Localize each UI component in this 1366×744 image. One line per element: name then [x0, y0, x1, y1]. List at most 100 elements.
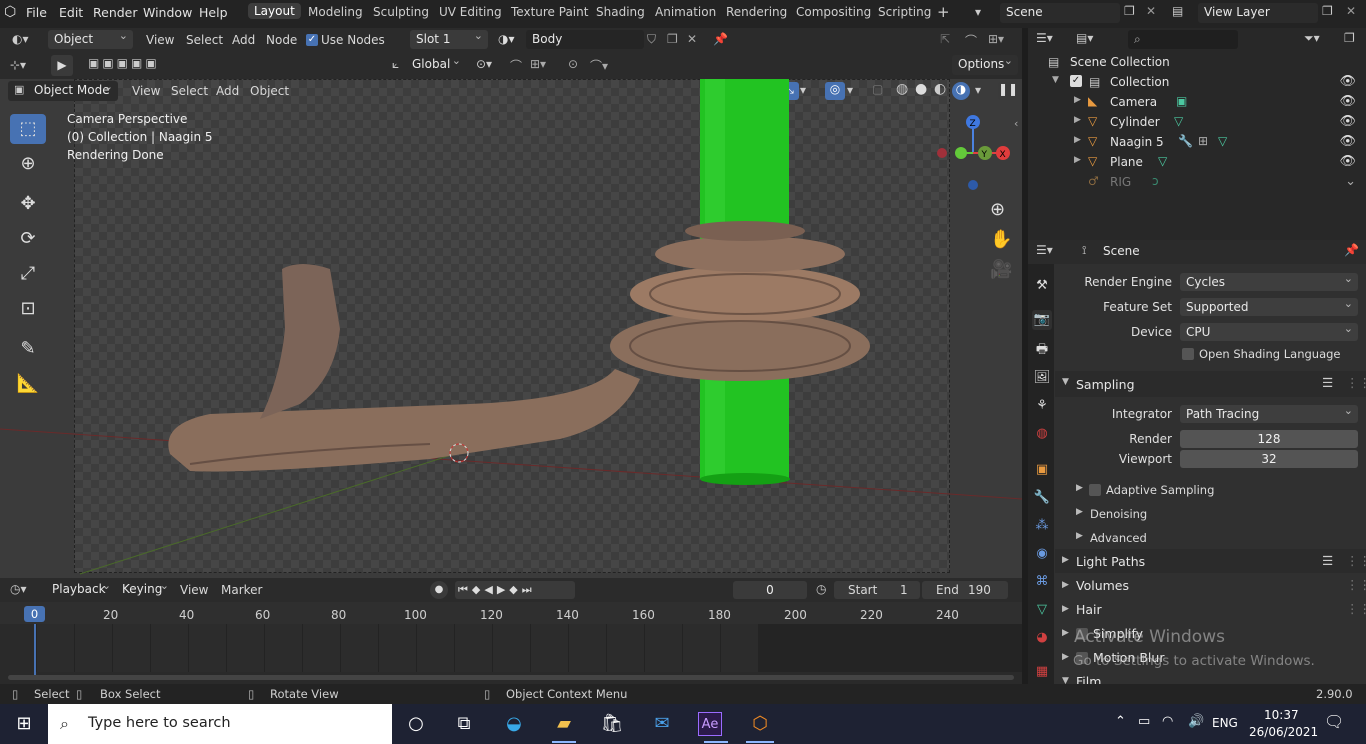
scale-tool[interactable]: ⤢ — [10, 259, 46, 289]
menu-window[interactable]: Window — [143, 5, 192, 20]
render-engine-dropdown[interactable]: Cycles — [1180, 272, 1358, 291]
tab-texture-paint[interactable]: Texture Paint — [511, 5, 588, 19]
volumes-expand-icon[interactable]: ▶ — [1062, 580, 1069, 590]
timeline-menu-view[interactable]: View — [180, 583, 208, 597]
store-icon[interactable]: 🛍 — [598, 712, 626, 736]
hair-drag-icon[interactable]: ⋮⋮ — [1346, 601, 1366, 616]
file-explorer-icon[interactable]: ▰ — [550, 712, 578, 736]
light-paths-expand-icon[interactable]: ▶ — [1062, 555, 1069, 565]
camera-data-icon[interactable]: ▣ — [1176, 94, 1187, 108]
physics-tab-icon[interactable]: ◉ — [1032, 544, 1052, 564]
rig-armature-icon[interactable]: ↄ — [1152, 174, 1159, 188]
cylinder-eye-icon[interactable]: 👁 — [1339, 114, 1356, 129]
plane-mesh-icon[interactable]: ▽ — [1158, 154, 1167, 168]
proportional-edit-icon[interactable]: ⊙ — [568, 57, 578, 71]
menu-render[interactable]: Render — [93, 5, 138, 20]
denoising-subpanel[interactable]: Denoising — [1090, 507, 1147, 521]
world-tab-icon[interactable]: ◍ — [1032, 424, 1052, 444]
cursor-tool[interactable]: ⊕ — [10, 149, 46, 179]
expand-collection-icon[interactable]: ▼ — [1052, 75, 1059, 85]
node-menu-node[interactable]: Node — [266, 33, 297, 47]
timeline-menu-marker[interactable]: Marker — [221, 583, 262, 597]
new-material-icon[interactable]: ❐ — [667, 32, 678, 46]
hair-title[interactable]: Hair — [1076, 602, 1102, 617]
blender-taskbar-icon[interactable]: ⬡ — [746, 712, 774, 736]
record-icon[interactable]: ● — [430, 581, 448, 599]
active-tool-icon[interactable]: ▶ — [51, 55, 73, 76]
annotate-tool[interactable]: ✎ — [10, 334, 46, 364]
hair-expand-icon[interactable]: ▶ — [1062, 604, 1069, 614]
render-samples-field[interactable]: 128 — [1180, 430, 1358, 448]
pin-icon[interactable]: 📌 — [713, 32, 728, 46]
volumes-drag-icon[interactable]: ⋮⋮ — [1346, 577, 1366, 592]
axis-gizmo[interactable]: Z X Y — [930, 115, 1020, 235]
add-workspace-icon[interactable]: + — [937, 3, 950, 21]
denoising-expand-icon[interactable]: ▶ — [1076, 507, 1083, 517]
menu-help[interactable]: Help — [199, 5, 228, 20]
tab-uv-editing[interactable]: UV Editing — [439, 5, 502, 19]
constraints-tab-icon[interactable]: ⌘ — [1032, 572, 1052, 592]
select-box-tool[interactable]: ⬚ — [10, 114, 46, 144]
object-tab-icon[interactable]: ▣ — [1032, 460, 1052, 480]
battery-icon[interactable]: ▭ — [1138, 714, 1150, 729]
timeline-editor-icon[interactable]: ◷▾ — [10, 582, 27, 596]
wifi-icon[interactable]: ◠ — [1162, 714, 1173, 729]
view-layer-field[interactable]: View Layer — [1198, 3, 1318, 23]
editor-type-icon[interactable]: ◐▾ — [12, 32, 29, 46]
tab-scripting[interactable]: Scripting — [878, 5, 931, 19]
orientation-icon[interactable]: ⟀ — [392, 57, 399, 72]
language-indicator[interactable]: ENG — [1212, 716, 1238, 730]
node-menu-view[interactable]: View — [146, 33, 174, 47]
expand-naagin-icon[interactable]: ▶ — [1074, 135, 1081, 145]
expand-cylinder-icon[interactable]: ▶ — [1074, 115, 1081, 125]
naagin-eye-icon[interactable]: 👁 — [1339, 134, 1356, 149]
motion-blur-expand-icon[interactable]: ▶ — [1062, 652, 1069, 662]
render-tab-icon[interactable]: 📷 — [1032, 310, 1052, 330]
slot-dropdown[interactable]: Slot 1 — [410, 30, 488, 49]
data-tab-icon[interactable]: ▽ — [1032, 600, 1052, 620]
close-view-layer-icon[interactable]: ✕ — [1346, 4, 1356, 18]
rotate-tool[interactable]: ⟳ — [10, 224, 46, 254]
expand-plane-icon[interactable]: ▶ — [1074, 155, 1081, 165]
material-icon[interactable]: ◑▾ — [498, 32, 515, 46]
viewport-samples-field[interactable]: 32 — [1180, 450, 1358, 468]
scene-icon[interactable]: ▾ — [975, 5, 981, 19]
naagin-modifier-icon[interactable]: 🔧 — [1178, 134, 1193, 148]
tab-compositing[interactable]: Compositing — [796, 5, 871, 19]
keying-menu[interactable]: Keying — [116, 580, 174, 599]
measure-tool[interactable]: 📐 — [10, 369, 46, 399]
close-scene-icon[interactable]: ✕ — [1146, 4, 1156, 18]
tool-settings-icon[interactable]: ⊹▾ — [10, 58, 26, 72]
view-layer-icon[interactable]: ▤ — [1172, 4, 1183, 18]
tab-shading[interactable]: Shading — [596, 5, 645, 19]
parent-node-icon[interactable]: ⇱ — [940, 32, 950, 46]
fake-user-icon[interactable]: ⛉ — [647, 32, 656, 47]
adaptive-expand-icon[interactable]: ▶ — [1076, 483, 1083, 493]
after-effects-icon[interactable]: Ae — [698, 712, 722, 736]
notifications-icon[interactable]: 🗨 — [1324, 712, 1344, 731]
tab-rendering[interactable]: Rendering — [726, 5, 787, 19]
naagin-mesh-icon[interactable]: ▽ — [1218, 134, 1227, 148]
texture-tab-icon[interactable]: ▦ — [1032, 662, 1052, 682]
playhead-indicator[interactable]: 0 — [24, 606, 45, 622]
playhead-line[interactable] — [34, 624, 36, 676]
shader-type-dropdown[interactable]: Object — [48, 30, 133, 49]
timeline-scrollbar[interactable] — [8, 675, 1014, 680]
node-menu-add[interactable]: Add — [232, 33, 255, 47]
tool-tab-icon[interactable]: ⚒ — [1032, 276, 1052, 296]
camera-view-icon[interactable]: 🎥 — [990, 259, 1012, 280]
plane-eye-icon[interactable]: 👁 — [1339, 154, 1356, 169]
move-tool[interactable]: ✥ — [10, 189, 46, 219]
naagin-vertex-group-icon[interactable]: ⊞ — [1198, 134, 1208, 148]
cortana-icon[interactable]: ○ — [402, 712, 430, 736]
cylinder-mesh-icon[interactable]: ▽ — [1174, 114, 1183, 128]
use-nodes-checkbox[interactable]: ✓ — [306, 34, 318, 46]
camera-eye-icon[interactable]: 👁 — [1339, 94, 1356, 109]
selection-mode-icons[interactable]: ▣▣▣▣▣ — [88, 56, 160, 70]
display-mode-icon[interactable]: ▤▾ — [1076, 31, 1093, 45]
options-dropdown[interactable]: Options — [952, 55, 1018, 75]
unlink-material-icon[interactable]: ✕ — [687, 32, 697, 46]
advanced-expand-icon[interactable]: ▶ — [1076, 531, 1083, 541]
outliner-search-input[interactable]: ⌕ — [1128, 30, 1238, 49]
advanced-subpanel[interactable]: Advanced — [1090, 531, 1147, 545]
